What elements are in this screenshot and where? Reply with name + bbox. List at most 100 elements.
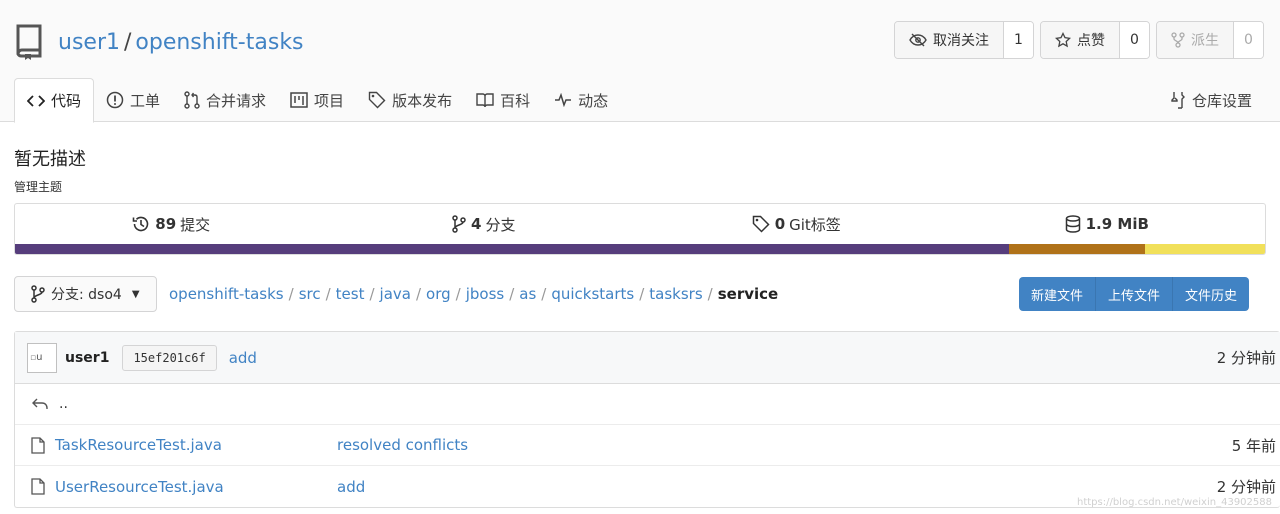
new-file-button[interactable]: 新建文件 (1018, 277, 1095, 311)
breadcrumb-link[interactable]: tasksrs (649, 285, 702, 303)
tab-activity[interactable]: 动态 (542, 78, 620, 122)
tab-issues-label: 工单 (130, 91, 161, 110)
branches-stat[interactable]: 4 分支 (328, 204, 641, 244)
commit-author[interactable]: user1 (65, 350, 109, 366)
breadcrumb-link[interactable]: jboss (466, 285, 505, 303)
breadcrumb-link[interactable]: java (380, 285, 411, 303)
breadcrumb-link[interactable]: quickstarts (551, 285, 634, 303)
caret-down-icon: ▼ (131, 288, 140, 300)
book-icon (476, 93, 494, 108)
tab-issues[interactable]: 工单 (94, 78, 172, 122)
tab-wiki-label: 百科 (500, 91, 531, 110)
database-icon (1065, 215, 1080, 233)
eye-slash-icon (909, 33, 927, 47)
latest-commit-row: ▫ u user1 15ef201c6f add 2 分钟前 (15, 332, 1280, 384)
fork-label: 派生 (1191, 33, 1219, 49)
project-icon (290, 92, 308, 108)
tools-icon (1171, 92, 1185, 109)
file-history-button[interactable]: 文件历史 (1171, 277, 1249, 311)
repo-size: 1.9 MiB (1085, 215, 1149, 233)
breadcrumb-link[interactable]: test (336, 285, 365, 303)
repo-description: 暂无描述 (14, 149, 86, 170)
history-icon (132, 216, 149, 232)
stars-count[interactable]: 0 (1119, 22, 1149, 58)
tab-releases[interactable]: 版本发布 (356, 78, 464, 122)
breadcrumb-current: service (717, 285, 779, 303)
fork-button[interactable]: 派生 (1157, 22, 1233, 58)
watchers-count[interactable]: 1 (1003, 22, 1033, 58)
unwatch-button[interactable]: 取消关注 (895, 22, 1003, 58)
tab-projects-label: 项目 (314, 91, 345, 110)
file-actions: 新建文件 上传文件 文件历史 (1018, 277, 1249, 311)
star-icon (1055, 32, 1071, 48)
breadcrumb-link[interactable]: org (426, 285, 451, 303)
tab-releases-label: 版本发布 (392, 91, 453, 110)
tags-stat[interactable]: 0 Git标签 (640, 204, 953, 244)
avatar-alt: u (36, 352, 43, 363)
breadcrumb-link[interactable]: openshift-tasks (169, 285, 284, 303)
manage-topics-link[interactable]: 管理主题 (14, 178, 62, 195)
commits-label: 提交 (180, 215, 211, 234)
file-row: TaskResourceTest.java resolved conflicts… (15, 425, 1280, 466)
file-commit-message[interactable]: resolved conflicts (337, 436, 468, 454)
repo-tabs: 代码 工单 合并请求 项目 版本发布 百科 动态 (14, 78, 620, 123)
repo-stats: 89 提交 4 分支 0 Git标签 1.9 MiB (14, 203, 1266, 255)
repo-title: user1 / openshift-tasks (14, 22, 304, 62)
repo-book-icon (14, 24, 48, 60)
breadcrumb-separator: / (707, 285, 713, 303)
upload-file-button[interactable]: 上传文件 (1094, 277, 1172, 311)
commit-sha[interactable]: 15ef201c6f (122, 344, 217, 371)
tab-code[interactable]: 代码 (14, 78, 95, 123)
code-icon (27, 94, 45, 107)
tab-wiki[interactable]: 百科 (464, 78, 542, 122)
tags-label: Git标签 (789, 215, 841, 234)
unwatch-group: 取消关注 1 (894, 21, 1034, 59)
branch-icon (452, 215, 466, 233)
breadcrumb: openshift-tasks / src / test / java / org / jboss /… (169, 285, 778, 303)
repo-name-link[interactable]: openshift-tasks (135, 30, 303, 55)
breadcrumb-separator: / (369, 285, 375, 303)
breadcrumb-link[interactable]: src (299, 285, 321, 303)
file-name-link[interactable]: UserResourceTest.java (55, 478, 337, 496)
star-label: 点赞 (1077, 33, 1105, 49)
commit-message[interactable]: add (229, 349, 257, 367)
language-bar-segment (1008, 244, 1145, 254)
forks-count[interactable]: 0 (1233, 22, 1263, 58)
breadcrumb-separator: / (288, 285, 294, 303)
star-group: 点赞 0 (1040, 21, 1150, 59)
parent-dir-row[interactable]: .. (15, 384, 1280, 425)
tag-icon (368, 91, 386, 109)
breadcrumb-separator: / (415, 285, 422, 303)
branches-count: 4 (471, 215, 482, 233)
breadcrumb-separator: / (541, 285, 547, 303)
tab-pull-requests[interactable]: 合并请求 (172, 78, 278, 122)
file-commit-message[interactable]: add (337, 478, 365, 496)
pulse-icon (555, 93, 572, 107)
file-name-link[interactable]: TaskResourceTest.java (55, 436, 337, 454)
tab-pull-requests-label: 合并请求 (206, 91, 267, 110)
tag-icon (752, 215, 770, 233)
tab-settings-label: 仓库设置 (1191, 91, 1252, 110)
tags-count: 0 (774, 215, 786, 233)
fork-icon (1171, 32, 1185, 48)
file-icon (31, 478, 45, 495)
tab-projects[interactable]: 项目 (278, 78, 356, 122)
tab-code-label: 代码 (51, 92, 82, 110)
tab-settings[interactable]: 仓库设置 (1170, 78, 1252, 122)
branch-selector[interactable]: 分支: dso4 ▼ (14, 276, 157, 312)
repo-actions: 取消关注 1 点赞 0 派生 0 (894, 21, 1264, 59)
language-bar-segment (15, 244, 1009, 254)
branch-selector-label: 分支: dso4 (51, 287, 122, 303)
repo-owner-link[interactable]: user1 (58, 30, 120, 55)
file-time: 5 年前 (1231, 436, 1276, 455)
watermark: https://blog.csdn.net/weixin_43902588 (1076, 497, 1272, 508)
commits-stat[interactable]: 89 提交 (15, 204, 328, 244)
issue-icon (106, 91, 124, 109)
reply-arrow-icon (32, 398, 48, 409)
repo-header: user1 / openshift-tasks 取消关注 1 点赞 0 派生 0 (0, 0, 1280, 123)
branches-label: 分支 (485, 215, 516, 234)
breadcrumb-separator: / (509, 285, 515, 303)
avatar[interactable]: ▫ u (27, 342, 57, 373)
star-button[interactable]: 点赞 (1041, 22, 1119, 58)
breadcrumb-link[interactable]: as (519, 285, 536, 303)
